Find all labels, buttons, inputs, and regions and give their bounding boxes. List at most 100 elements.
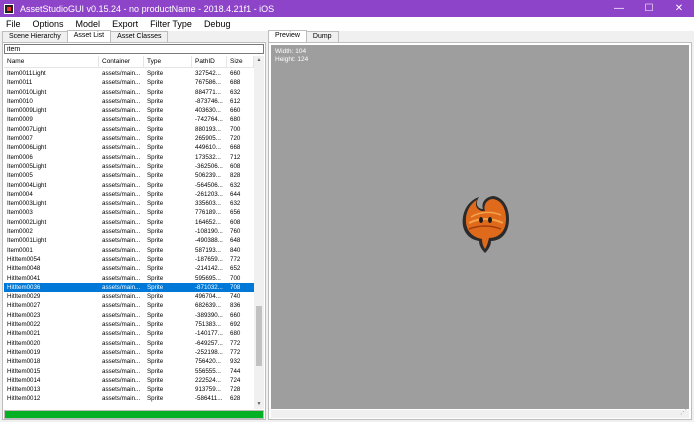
table-row[interactable]: HitItem0023 assets/main... Sprite -389390..… [4,311,254,320]
cell-container: assets/main... [102,135,141,143]
table-row[interactable]: HitItem0022 assets/main... Sprite 751383...… [4,320,254,329]
table-row[interactable]: Item0009 assets/main... Sprite -742764... 68… [4,115,254,124]
table-row[interactable]: HitItem0018 assets/main... Sprite 756420...… [4,357,254,366]
cell-pathid: -140177... [195,330,223,338]
table-row[interactable]: Item0004Light assets/main... Sprite -564506… [4,181,254,190]
menu-model[interactable]: Model [70,17,107,31]
column-header-container[interactable]: Container [99,56,144,67]
tab-asset-classes[interactable]: Asset Classes [110,31,169,42]
cell-size: 632 [230,88,241,96]
table-row[interactable]: HitItem0015 assets/main... Sprite 556555...… [4,367,254,376]
table-row[interactable]: HitItem0036 assets/main... Sprite -871032..… [4,282,254,293]
cell-type: Sprite [147,79,164,87]
table-row[interactable]: Item0009Light assets/main... Sprite 403630.… [4,106,254,115]
menu-options[interactable]: Options [27,17,70,31]
tab-scene-hierarchy[interactable]: Scene Hierarchy [2,31,68,42]
table-row[interactable]: Item0003Light assets/main... Sprite 335603.… [4,199,254,208]
cell-type: Sprite [147,153,164,161]
table-row[interactable]: Item0001 assets/main... Sprite 587193... 840 [4,246,254,255]
table-row[interactable]: HitItem0041 assets/main... Sprite 595695...… [4,274,254,283]
cell-pathid: 595695... [195,274,221,282]
cell-type: Sprite [147,70,164,77]
cell-name: Item0007Light [7,125,47,133]
table-row[interactable]: Item0005Light assets/main... Sprite -362506… [4,162,254,171]
table-row[interactable]: Item0011Light assets/main... Sprite 327542.… [4,69,254,78]
resize-grip-icon[interactable]: ⋰ [680,408,687,416]
column-header-type[interactable]: Type [144,56,192,67]
table-row[interactable]: Item0002Light assets/main... Sprite 164652.… [4,218,254,227]
menu-filter-type[interactable]: Filter Type [144,17,198,31]
right-pane: Preview Dump Width: 104 Height: 124 ⋰ [268,30,692,420]
table-row[interactable]: Item0010 assets/main... Sprite -873746... 61… [4,97,254,106]
table-row[interactable]: HitItem0054 assets/main... Sprite -187659..… [4,255,254,264]
scroll-thumb[interactable] [256,306,262,366]
minimize-button[interactable]: — [604,0,634,17]
cell-name: Item0010 [7,97,33,105]
cell-type: Sprite [147,255,164,263]
table-row[interactable]: HitItem0019 assets/main... Sprite -252198..… [4,348,254,357]
table-row[interactable]: Item0002 assets/main... Sprite -108190... 76… [4,227,254,236]
cell-name: Item0004 [7,190,33,198]
table-row[interactable]: HitItem0013 assets/main... Sprite 913759...… [4,385,254,394]
cell-type: Sprite [147,358,164,366]
table-row[interactable]: HitItem0048 assets/main... Sprite -214142..… [4,264,254,273]
table-row[interactable]: HitItem0012 assets/main... Sprite -586411..… [4,394,254,403]
filter-input[interactable] [4,44,264,54]
menu-file[interactable]: File [0,17,27,31]
close-button[interactable]: ✕ [664,0,694,17]
cell-container: assets/main... [102,190,141,198]
vertical-scrollbar[interactable]: ▲ ▼ [254,56,264,409]
table-row[interactable]: Item0001Light assets/main... Sprite -490388… [4,236,254,245]
cell-container: assets/main... [102,107,141,115]
column-header-name[interactable]: Name [4,56,99,67]
cell-size: 632 [230,181,241,189]
cell-pathid: 164652... [195,218,221,226]
cell-type: Sprite [147,339,164,347]
cell-size: 660 [230,311,241,319]
maximize-button[interactable]: ☐ [634,0,664,17]
table-row[interactable]: HitItem0027 assets/main... Sprite 682639...… [4,301,254,310]
cell-pathid: -187659... [195,255,223,263]
tab-preview[interactable]: Preview [268,30,307,42]
cell-type: Sprite [147,172,164,180]
cell-name: Item0002 [7,228,33,236]
tab-dump[interactable]: Dump [305,31,339,42]
table-row[interactable]: Item0007 assets/main... Sprite 265905... 720 [4,134,254,143]
table-row[interactable]: Item0010Light assets/main... Sprite 884771.… [4,88,254,97]
menu-export[interactable]: Export [106,17,144,31]
table-row[interactable]: HitItem0020 assets/main... Sprite -649257..… [4,339,254,348]
table-row[interactable]: HitItem0029 assets/main... Sprite 496704...… [4,292,254,301]
table-row[interactable]: HitItem0014 assets/main... Sprite 222524...… [4,376,254,385]
table-row[interactable]: Item0006 assets/main... Sprite 173532... 712 [4,153,254,162]
table-row[interactable]: Item0011 assets/main... Sprite 767586... 688 [4,78,254,87]
cell-name: HitItem0023 [7,311,41,319]
table-row[interactable]: Item0005 assets/main... Sprite 506239... 828 [4,171,254,180]
scroll-up-icon[interactable]: ▲ [254,56,264,65]
table-row[interactable]: Item0003 assets/main... Sprite 776189... 656 [4,208,254,217]
scroll-down-icon[interactable]: ▼ [254,400,264,409]
right-tab-strip: Preview Dump [268,30,339,42]
column-header-size[interactable]: Size [227,56,254,67]
table-row[interactable]: Item0006Light assets/main... Sprite 449610.… [4,143,254,152]
table-row[interactable]: Item0004 assets/main... Sprite -261203... 64… [4,190,254,199]
menu-debug[interactable]: Debug [198,17,237,31]
cell-type: Sprite [147,265,164,273]
cell-name: HitItem0015 [7,367,41,375]
cell-pathid: -742764... [195,116,223,124]
cell-size: 608 [230,162,241,170]
cell-container: assets/main... [102,376,141,384]
cell-pathid: -649257... [195,339,223,347]
cell-name: Item0001 [7,246,33,254]
cell-pathid: -389390... [195,311,223,319]
cell-container: assets/main... [102,125,141,133]
cell-container: assets/main... [102,88,141,96]
column-header-pathid[interactable]: PathID [192,56,227,67]
table-row[interactable]: Item0007Light assets/main... Sprite 880193.… [4,125,254,134]
cell-size: 608 [230,218,241,226]
cell-container: assets/main... [102,209,141,217]
table-row[interactable]: HitItem0021 assets/main... Sprite -140177..… [4,329,254,338]
window-controls: — ☐ ✕ [604,0,694,17]
tab-asset-list[interactable]: Asset List [66,30,112,42]
cell-pathid: 265905... [195,135,221,143]
asset-list-view[interactable]: Name Container Type PathID Size Item0011… [4,56,264,409]
